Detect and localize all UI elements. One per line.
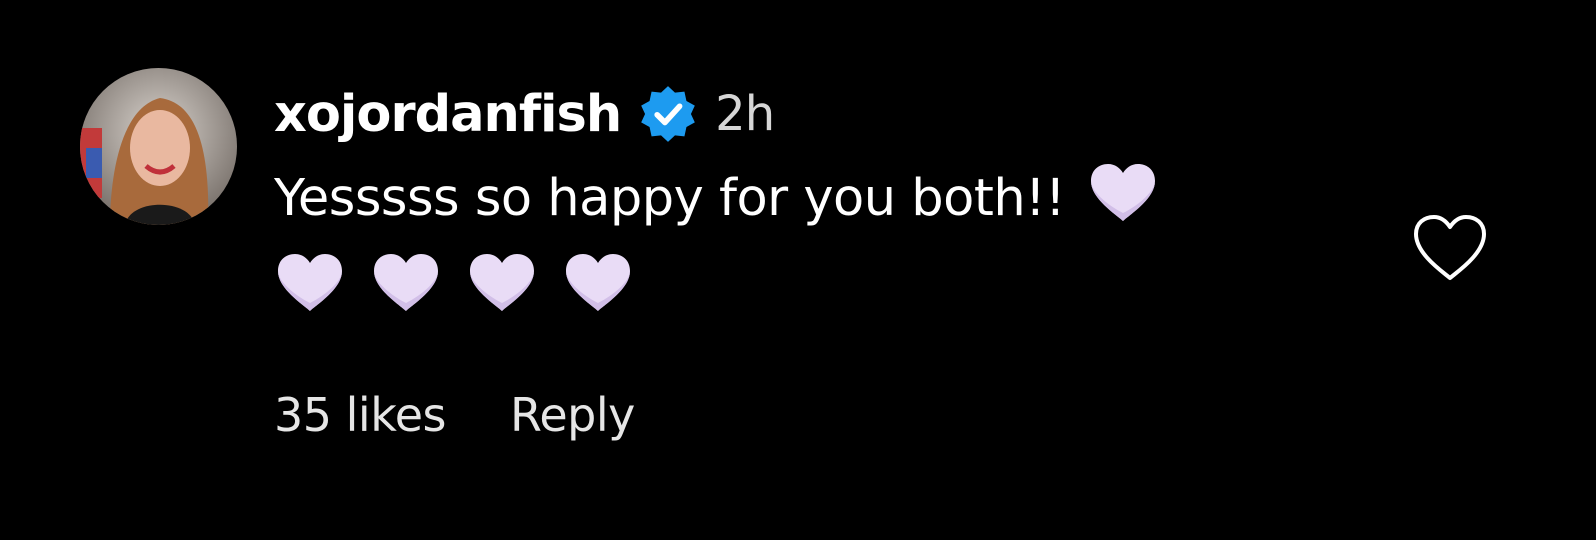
white-heart-emoji — [562, 251, 634, 315]
comment-item: xojordanfish 2h Yesssss so happy for you… — [0, 0, 1596, 540]
comment-header: xojordanfish 2h — [274, 78, 1354, 150]
avatar-image — [80, 68, 237, 225]
heart-emoji-row — [274, 244, 1354, 334]
reply-button[interactable]: Reply — [510, 388, 635, 442]
comment-timestamp: 2h — [715, 86, 775, 142]
username[interactable]: xojordanfish — [274, 85, 622, 144]
white-heart-emoji — [274, 251, 346, 315]
comment-body: xojordanfish 2h Yesssss so happy for you… — [274, 78, 1354, 334]
comment-actions: 35 likes Reply — [274, 388, 635, 442]
likes-count[interactable]: 35 likes — [274, 388, 446, 442]
avatar[interactable] — [80, 68, 237, 225]
white-heart-emoji — [370, 251, 442, 315]
heart-outline-icon — [1414, 215, 1486, 280]
comment-text-content: Yesssss so happy for you both!! — [274, 169, 1066, 228]
comment-text: Yesssss so happy for you both!! — [274, 154, 1354, 334]
like-button[interactable] — [1410, 212, 1490, 284]
verified-badge-icon — [637, 83, 699, 145]
white-heart-emoji — [466, 251, 538, 315]
white-heart-emoji — [1087, 161, 1159, 225]
